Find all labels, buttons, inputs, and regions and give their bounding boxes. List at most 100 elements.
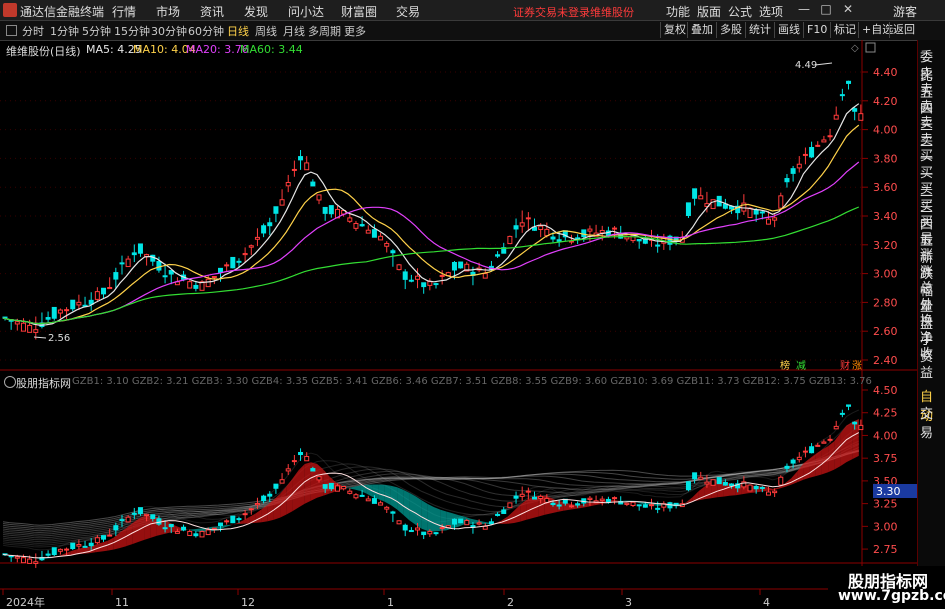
candle-body-1-40 [248, 508, 254, 511]
menu-gongneng[interactable]: 功能 [666, 3, 690, 20]
candle-body-0-90 [556, 239, 562, 242]
menu-hangqing[interactable]: 行情 [112, 3, 136, 20]
candle-body-0-70 [433, 283, 439, 286]
candle-body-0-2 [14, 321, 20, 325]
timeframe-4[interactable]: 30分钟 [151, 23, 187, 39]
indicator-title: 股朋指标网 [16, 377, 71, 390]
candle-body-0-42 [261, 225, 267, 234]
ytick-label-1: 4.20 [873, 95, 898, 108]
candle-body-1-98 [605, 498, 611, 503]
candle-body-1-63 [390, 511, 396, 514]
toolbar-btn-4[interactable]: 画线 [774, 22, 803, 38]
toolbar-btn-2[interactable]: 多股 [716, 22, 745, 38]
maximize-icon[interactable]: □ [817, 2, 835, 18]
toolbar-btn-8[interactable]: 返回 [889, 22, 918, 38]
indicator-fill-29 [175, 525, 182, 532]
ytick-label-6: 3.20 [873, 239, 898, 252]
candle-body-0-137 [846, 80, 852, 84]
candle-body-0-45 [279, 199, 285, 206]
candle-body-1-102 [630, 501, 636, 506]
ind-ytick-label-6: 3.00 [873, 520, 898, 533]
candle-body-1-114 [704, 481, 710, 485]
candle-body-1-65 [402, 524, 408, 531]
candle-body-0-83 [513, 225, 519, 230]
toolbar-btn-1[interactable]: 叠加 [687, 22, 716, 38]
indicator-settings-icon[interactable] [4, 376, 16, 388]
indicator-fill-49 [298, 464, 305, 508]
panel-toggle-icon[interactable] [6, 25, 17, 36]
indicator-fill-134 [821, 446, 829, 475]
candle-body-0-122 [753, 209, 759, 215]
kline-chart[interactable]: 4.40 4.20 4.00 3.80 3.60 3.40 3.20 3.00 2.80 2.60… [0, 40, 917, 609]
candle-body-1-75 [464, 519, 470, 526]
timeframe-8[interactable]: 月线 [283, 23, 305, 39]
indicator-fill-31 [187, 529, 194, 532]
candle-body-0-135 [833, 114, 839, 120]
close-icon[interactable]: ✕ [839, 2, 857, 18]
candle-body-1-105 [649, 504, 654, 507]
timeframe-6[interactable]: 日线 [227, 23, 249, 39]
candle-body-0-7 [45, 317, 51, 320]
ytick-label-4: 3.60 [873, 181, 898, 194]
toolbar-btn-5[interactable]: F10 [803, 22, 830, 38]
menu-zixun[interactable]: 资讯 [200, 3, 224, 20]
menu-wenxiaoda[interactable]: 问小达 [288, 3, 324, 20]
timeframe-9[interactable]: 多周期 [308, 23, 341, 39]
candle-body-1-134 [827, 438, 833, 441]
timeframe-3[interactable]: 15分钟 [114, 23, 150, 39]
candle-body-0-34 [211, 275, 217, 278]
candle-body-1-128 [790, 459, 796, 464]
menu-faxian[interactable]: 发现 [244, 3, 268, 20]
candle-body-1-37 [230, 515, 236, 524]
candle-body-0-18 [113, 272, 119, 280]
menu-caifuquan[interactable]: 财富圈 [341, 3, 377, 20]
guest-label[interactable]: 游客 [893, 3, 917, 20]
trade-login-warning[interactable]: 证券交易未登录 [513, 4, 590, 20]
timeframe-2[interactable]: 5分钟 [82, 23, 111, 39]
timeframe-0[interactable]: 分时 [22, 23, 44, 39]
indicator-fill-37 [224, 524, 231, 528]
ytick-label-10: 2.40 [873, 354, 898, 367]
timeframe-10[interactable]: 更多 [344, 23, 366, 39]
menu-gongshi[interactable]: 公式 [728, 3, 752, 20]
candle-body-1-38 [236, 518, 242, 521]
indicator-fill-63 [384, 484, 391, 506]
candle-body-0-74 [458, 261, 464, 269]
menu-jiaoyi[interactable]: 交易 [396, 3, 420, 20]
candle-body-0-84 [519, 222, 525, 227]
candle-body-1-95 [587, 497, 593, 501]
toolbar-btn-6[interactable]: 标记 [830, 22, 859, 38]
toolbar-btn-3[interactable]: 统计 [745, 22, 774, 38]
candle-body-0-87 [538, 225, 544, 230]
candle-body-0-89 [550, 236, 556, 240]
candle-body-0-60 [371, 229, 377, 238]
auto-trade-1[interactable]: 交易 [920, 403, 945, 441]
timeframe-7[interactable]: 周线 [255, 23, 277, 39]
menu-banmian[interactable]: 版面 [697, 3, 721, 20]
minimize-icon[interactable]: — [795, 2, 813, 18]
candle-body-0-64 [396, 264, 402, 271]
toolbar-btn-0[interactable]: 复权 [660, 22, 689, 38]
menu-shichang[interactable]: 市场 [156, 3, 180, 20]
candle-body-0-138 [852, 108, 858, 112]
candle-body-0-22 [137, 243, 143, 254]
ytick-label-2: 4.00 [873, 124, 898, 137]
menu-xuanxiang[interactable]: 选项 [759, 3, 783, 20]
candle-body-1-53 [328, 482, 334, 490]
indicator-fill-24 [144, 515, 151, 540]
candle-body-1-85 [525, 490, 531, 493]
timeframe-1[interactable]: 1分钟 [50, 23, 79, 39]
candle-body-1-45 [279, 479, 285, 484]
ind-ytick-label-1: 4.25 [873, 407, 898, 420]
indicator-fill-28 [169, 522, 176, 533]
candle-body-1-106 [655, 507, 661, 510]
timeframe-5[interactable]: 60分钟 [188, 23, 224, 39]
candle-body-0-52 [322, 206, 328, 214]
candle-body-1-79 [488, 521, 494, 525]
candle-body-1-26 [162, 527, 168, 530]
quote-item-18[interactable]: 收益 [920, 343, 945, 381]
candle-body-0-129 [796, 163, 802, 169]
candle-body-1-29 [181, 526, 187, 531]
candle-body-0-94 [581, 229, 587, 238]
xaxis-label-2: 12 [241, 596, 255, 609]
